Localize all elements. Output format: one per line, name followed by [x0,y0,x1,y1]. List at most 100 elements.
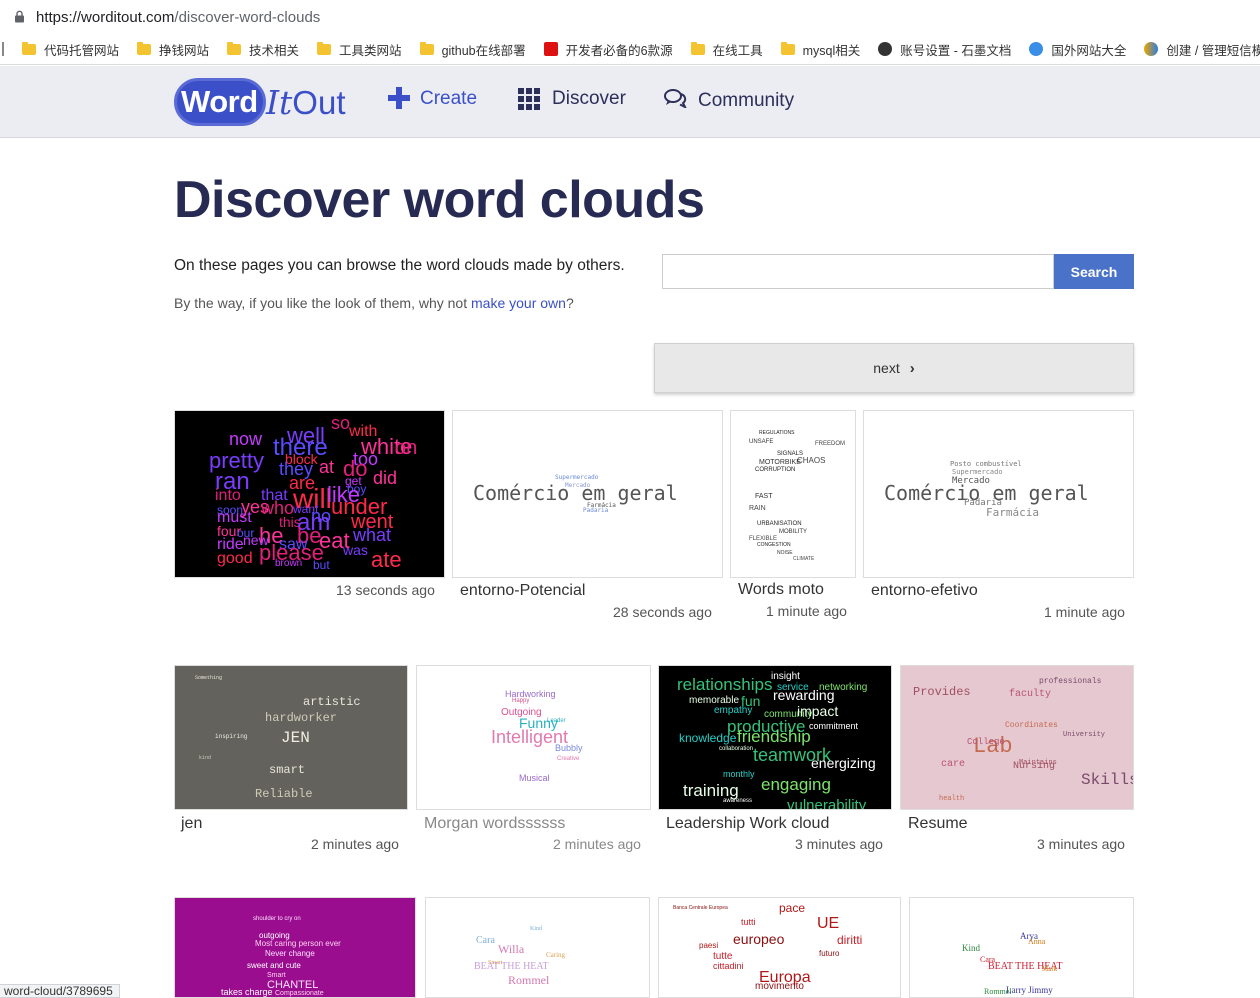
plus-icon [388,86,410,110]
word-cloud-thumbnail[interactable]: Willa Cara Smart BEAT THE HEAT Rommel Kind Car… [425,897,650,998]
word-cloud-thumbnail[interactable]: Comércio em geral Posto combustível Superm… [863,410,1134,578]
cloud-word: MOTORBIKE [759,459,801,466]
word-cloud-thumbnail[interactable]: BEAT THE HEAT Kind Arya Anna Cara Rommel Larry… [909,897,1134,998]
cloud-word: brown [275,558,303,569]
search-button[interactable]: Search [1054,254,1134,289]
cloud-word: now [229,429,263,449]
word-cloud-thumbnail[interactable]: shoulder to cry on outgoing Most caring pe… [174,897,416,998]
byway-text: By the way, if you like the look of them… [174,295,574,311]
cloud-word: energizing [811,755,876,771]
address-bar[interactable]: https://worditout.com/discover-word-clou… [0,0,1260,34]
apps-edge-icon [2,42,4,56]
bookmark-item[interactable]: 代码托管网站 [22,40,119,59]
cloud-word: futuro [819,949,840,958]
cloud-word: FAST [755,493,773,500]
cloud-word: Cara [980,955,996,964]
cloud-word: Padaria [583,507,609,514]
cloud-age: 1 minute ago [766,603,847,619]
lock-icon [14,10,26,24]
bookmark-label: 技术相关 [249,43,300,58]
word-cloud-thumbnail[interactable]: REGULATIONS UNSAFE FREEDOM SIGNALS MOTORBIKE… [730,410,856,578]
bookmark-label: github在线部署 [441,43,526,58]
bookmark-label: 创建 / 管理短信模 [1166,43,1260,58]
nav-create[interactable]: Create [388,86,478,110]
worditout-logo[interactable]: Word ItOut [174,75,352,129]
nav-discover[interactable]: Discover [518,88,626,110]
cloud-word: Bubbly [555,743,583,753]
status-bar-url: word-cloud/3789695 [0,984,120,998]
cloud-name[interactable]: entorno-efetivo [871,582,978,600]
bookmark-label: 挣钱网站 [159,43,210,58]
cloud-word: Kind [962,943,980,953]
globe-icon [1029,42,1044,56]
word-cloud-thumbnail[interactable]: Provides faculty professionals Lab Nursing ca… [900,665,1134,810]
cloud-age: 3 minutes ago [1037,836,1125,852]
byway-prefix: By the way, if you like the look of them… [174,295,471,311]
nav-community[interactable]: Community [664,88,794,114]
make-your-own-link[interactable]: make your own [471,295,566,311]
cloud-word: good [217,550,253,567]
cloud-word: impact [797,703,839,719]
next-label: next [873,360,900,376]
cloud-word: faculty [1009,689,1052,700]
bookmark-item[interactable]: 在线工具 [690,40,763,59]
cloud-word: Compassionate [275,990,324,997]
cloud-word: Coordinates [1005,721,1058,730]
cloud-word: Skills [1081,771,1134,789]
cloud-name[interactable]: Resume [908,815,968,833]
cloud-name[interactable]: Leadership Work cloud [666,815,829,833]
word-cloud-thumbnail[interactable]: Hardworking Outgoing Funny Intelligent Bubbl… [416,665,651,810]
cloud-word: knowledge [679,731,737,745]
cloud-name[interactable]: entorno-Potencial [460,582,585,600]
cloud-word: Maintains [1019,759,1057,767]
chevron-right-icon: › [909,359,915,377]
cloud-word: monthly [723,769,755,779]
bookmark-item[interactable]: 创建 / 管理短信模 [1144,40,1260,59]
bookmark-item[interactable]: 开发者必备的6款源 [543,40,673,59]
cloud-word: CONGESTION [757,542,791,548]
word-cloud-thumbnail[interactable]: Comércio em geral Supermercado Mercado Farm… [452,410,723,578]
word-cloud-thumbnail[interactable]: so well with now there white on pretty block too t… [174,410,445,578]
bookmark-item[interactable]: 账号设置 - 石墨文档 [878,40,1011,59]
cloud-name[interactable]: Morgan wordssssss [424,815,565,833]
cloud-word: Willa [498,942,525,956]
bookmark-item[interactable]: github在线部署 [419,40,526,59]
cloud-word: health [939,795,965,803]
cloud-word: Never change [265,949,315,958]
cloud-word: vulnerability [787,797,867,810]
cloud-age: 13 seconds ago [336,582,435,598]
search-input[interactable] [662,254,1054,289]
cloud-word: MOBILITY [779,529,808,535]
cloud-word: NOISE [777,550,793,556]
cloud-word: REGULATIONS [759,430,795,436]
cloud-word: diritti [837,933,863,947]
bookmark-item[interactable]: mysql相关 [780,40,860,59]
bookmark-item[interactable]: 技术相关 [227,40,299,59]
cloud-word: Posto combustível [950,460,1022,468]
cloud-word: smart [269,763,306,777]
next-button[interactable]: next › [654,343,1134,393]
cloud-word: Happy [512,698,530,704]
bookmark-label: 开发者必备的6款源 [565,43,673,58]
bookmark-item[interactable]: 国外网站大全 [1029,40,1126,59]
cloud-name[interactable]: jen [181,815,202,833]
cloud-word: Mercado [565,482,591,489]
cloud-name[interactable]: Words moto [738,581,824,599]
cloud-word: Farmácia [986,506,1039,519]
page-title: Discover word clouds [174,171,705,229]
cloud-word: shoulder to cry on [253,916,301,922]
cloud-word: ate [371,547,402,572]
cloud-word: but [313,558,330,572]
cloud-word: europeo [733,931,785,947]
cloud-word: rewarding [773,687,835,703]
bookmark-item[interactable]: 挣钱网站 [137,40,209,59]
url-text[interactable]: https://worditout.com/discover-word-clou… [36,9,320,26]
word-cloud-thumbnail[interactable]: tutti UE europeo diritti Europa futuro tutte pa… [658,897,901,998]
word-cloud-thumbnail[interactable]: relationships insight service networking mem… [658,665,892,810]
cloud-word: RAIN [749,505,766,512]
word-cloud-thumbnail[interactable]: artistic hardworker JEN smart Reliable inspir… [174,665,408,810]
bookmark-item[interactable]: 工具类网站 [317,40,402,59]
nav-create-label: Create [420,88,478,109]
byway-suffix: ? [565,295,574,311]
rainbow-icon [1144,42,1159,56]
